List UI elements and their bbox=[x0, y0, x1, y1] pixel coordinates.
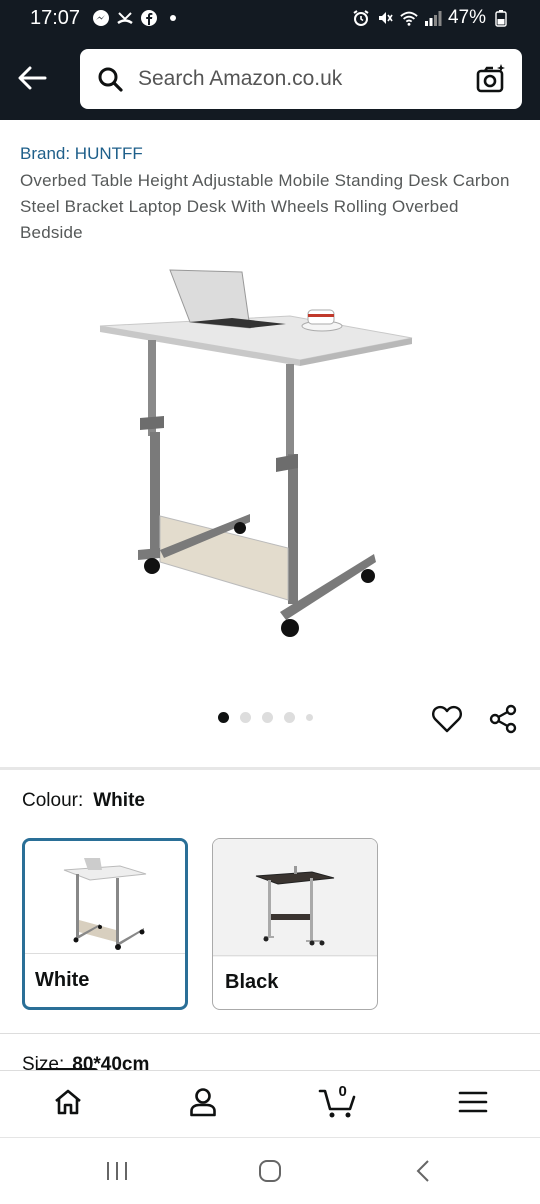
menu-icon bbox=[458, 1090, 488, 1119]
colour-label: Colour: White bbox=[22, 790, 145, 812]
nav-cart[interactable]: 0 bbox=[270, 1071, 405, 1137]
carousel-dot[interactable] bbox=[306, 714, 313, 721]
home-button-icon[interactable] bbox=[240, 1146, 300, 1196]
missed-call-icon bbox=[116, 9, 134, 27]
product-image[interactable] bbox=[90, 262, 430, 642]
bottom-nav: 0 bbox=[0, 1070, 540, 1138]
system-nav-bar bbox=[0, 1138, 540, 1204]
back-arrow-icon[interactable] bbox=[14, 60, 50, 96]
carousel-dot[interactable] bbox=[284, 712, 295, 723]
back-button-icon[interactable] bbox=[393, 1146, 453, 1196]
colour-option-white[interactable]: White bbox=[22, 838, 188, 1010]
nav-menu[interactable] bbox=[405, 1071, 540, 1137]
colour-label-text: Colour: bbox=[22, 790, 84, 811]
status-time: 17:07 bbox=[30, 6, 81, 29]
wifi-icon bbox=[400, 9, 418, 27]
colour-option-black[interactable]: Black bbox=[212, 838, 378, 1010]
search-bar[interactable] bbox=[80, 49, 522, 109]
account-icon bbox=[189, 1087, 217, 1122]
carousel-dot[interactable] bbox=[240, 712, 251, 723]
home-icon bbox=[53, 1088, 83, 1121]
signal-icon bbox=[424, 9, 442, 27]
search-icon bbox=[96, 65, 124, 93]
camera-search-icon[interactable] bbox=[474, 62, 508, 96]
dot-icon bbox=[164, 9, 182, 27]
wishlist-heart-icon[interactable] bbox=[430, 702, 464, 736]
nav-account[interactable] bbox=[135, 1071, 270, 1137]
battery-percent: 47% bbox=[447, 7, 486, 28]
header bbox=[0, 36, 540, 120]
recent-apps-icon[interactable] bbox=[87, 1146, 147, 1196]
colour-selected-value: White bbox=[93, 790, 145, 811]
cart-icon bbox=[318, 1085, 358, 1124]
cart-count-badge: 0 bbox=[338, 1083, 347, 1100]
battery-icon bbox=[492, 9, 510, 27]
swatch-image-black bbox=[213, 839, 377, 957]
carousel-dot[interactable] bbox=[262, 712, 273, 723]
section-divider bbox=[0, 1033, 540, 1034]
section-divider bbox=[0, 767, 540, 770]
messenger-icon bbox=[92, 9, 110, 27]
carousel-dot[interactable] bbox=[218, 712, 229, 723]
search-input[interactable] bbox=[138, 67, 474, 91]
product-title: Overbed Table Height Adjustable Mobile S… bbox=[20, 171, 510, 242]
swatch-label-white: White bbox=[25, 953, 185, 1007]
facebook-icon bbox=[140, 9, 158, 27]
nav-home[interactable] bbox=[0, 1071, 135, 1137]
alarm-icon bbox=[352, 9, 370, 27]
image-carousel-dots bbox=[218, 712, 313, 723]
swatch-image-white bbox=[25, 841, 185, 959]
status-bar: 17:07 47% bbox=[0, 0, 540, 36]
share-icon[interactable] bbox=[486, 702, 520, 736]
mute-icon bbox=[376, 9, 394, 27]
swatch-label-black: Black bbox=[213, 955, 377, 1009]
brand-link[interactable]: Brand: HUNTFF bbox=[20, 144, 143, 164]
